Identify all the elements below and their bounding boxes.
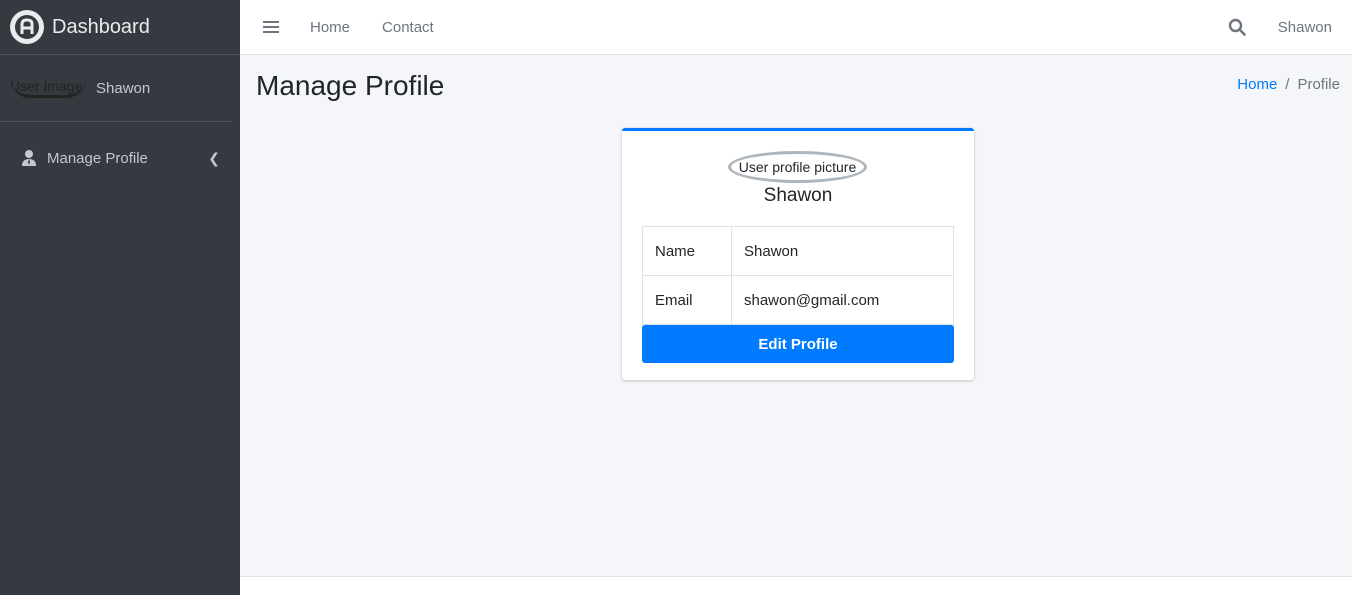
search-icon[interactable] bbox=[1228, 18, 1246, 36]
user-tie-icon bbox=[22, 150, 36, 166]
brand-title: Dashboard bbox=[52, 15, 150, 38]
table-cell-key: Email bbox=[642, 275, 732, 325]
user-panel: User Image Shawon bbox=[0, 55, 232, 122]
menu-toggle-icon[interactable] bbox=[263, 21, 279, 33]
profile-info-table: Name Shawon Email shawon@gmail.com bbox=[642, 226, 954, 325]
edit-profile-button[interactable]: Edit Profile bbox=[642, 325, 954, 363]
top-user-name[interactable]: Shawon bbox=[1278, 19, 1332, 36]
top-right-group: Shawon bbox=[1228, 18, 1352, 36]
sidebar-item-label: Manage Profile bbox=[47, 149, 148, 167]
sidebar: Dashboard User Image Shawon Manage Profi… bbox=[0, 0, 240, 595]
sidebar-item-manage-profile[interactable]: Manage Profile ❮ bbox=[0, 138, 240, 178]
breadcrumb: Home / Profile bbox=[1237, 76, 1340, 93]
breadcrumb-current: Profile bbox=[1297, 76, 1340, 93]
footer bbox=[240, 576, 1352, 595]
breadcrumb-separator: / bbox=[1285, 76, 1290, 93]
brand-logo-icon bbox=[10, 10, 44, 44]
nav-link-contact[interactable]: Contact bbox=[382, 19, 434, 36]
profile-picture: User profile picture bbox=[728, 151, 867, 183]
profile-name: Shawon bbox=[763, 185, 833, 206]
top-navbar: Home Contact Shawon bbox=[240, 0, 1352, 55]
page-title: Manage Profile bbox=[256, 70, 445, 101]
user-image: User Image bbox=[10, 78, 86, 98]
chevron-left-icon: ❮ bbox=[208, 149, 220, 166]
brand-link[interactable]: Dashboard bbox=[0, 0, 240, 55]
table-row: Name Shawon bbox=[642, 226, 954, 276]
user-panel-name[interactable]: Shawon bbox=[96, 80, 150, 97]
breadcrumb-home-link[interactable]: Home bbox=[1237, 76, 1277, 93]
table-row: Email shawon@gmail.com bbox=[642, 275, 954, 325]
table-cell-value: Shawon bbox=[731, 226, 954, 276]
nav-link-home[interactable]: Home bbox=[310, 19, 350, 36]
table-cell-value: shawon@gmail.com bbox=[731, 275, 954, 325]
profile-card: User profile picture Shawon Name Shawon … bbox=[622, 128, 974, 380]
table-cell-key: Name bbox=[642, 226, 732, 276]
